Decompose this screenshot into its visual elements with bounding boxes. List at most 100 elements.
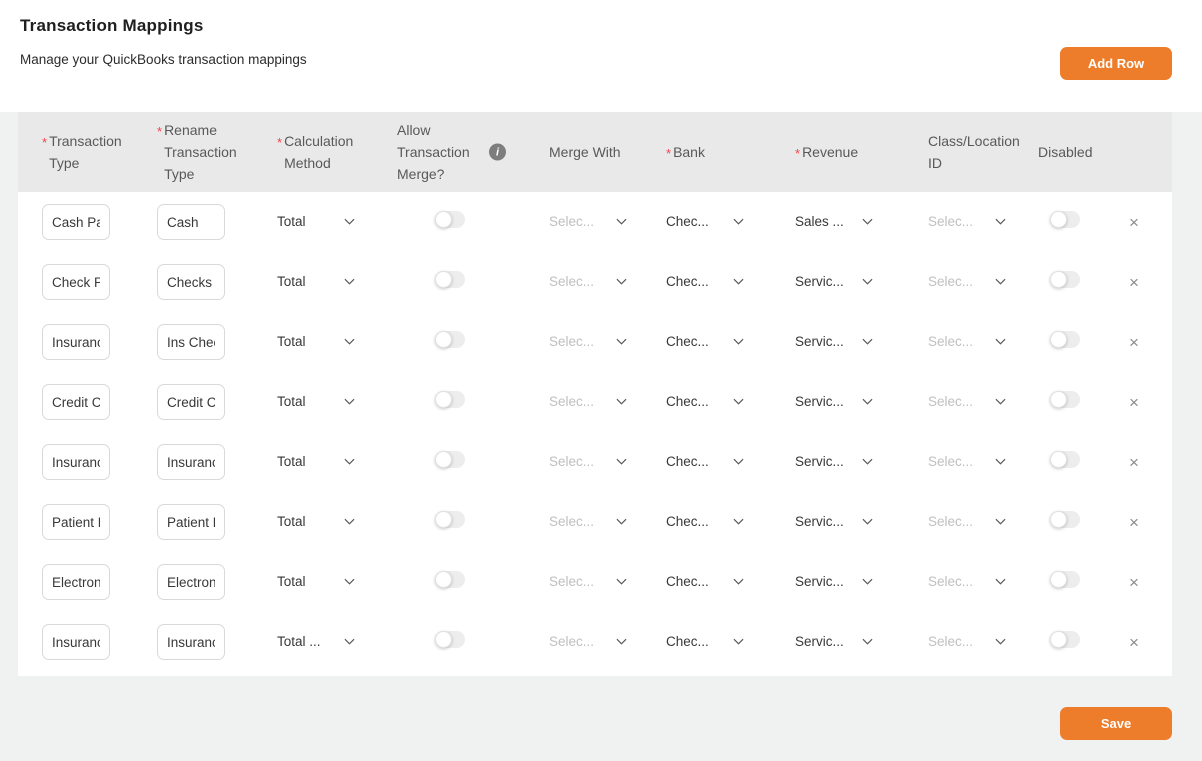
calculation-method-select[interactable]: Total	[277, 274, 355, 289]
merge-with-select[interactable]: Selec...	[549, 394, 627, 409]
disabled-toggle[interactable]	[1050, 631, 1080, 648]
chevron-down-icon	[344, 218, 355, 225]
bank-select[interactable]: Chec...	[666, 634, 744, 649]
save-button[interactable]: Save	[1060, 707, 1172, 740]
rename-transaction-type-input[interactable]	[157, 384, 225, 420]
info-icon[interactable]: i	[489, 144, 506, 161]
transaction-type-cell	[42, 564, 157, 600]
transaction-type-input[interactable]	[42, 444, 110, 480]
allow-merge-toggle[interactable]	[435, 571, 465, 588]
merge-with-select[interactable]: Selec...	[549, 574, 627, 589]
transaction-type-input[interactable]	[42, 624, 110, 660]
transaction-type-input[interactable]	[42, 204, 110, 240]
revenue-cell: Servic...	[795, 633, 928, 651]
allow-merge-toggle[interactable]	[435, 631, 465, 648]
disabled-toggle[interactable]	[1050, 211, 1080, 228]
class-location-select[interactable]: Selec...	[928, 454, 1006, 469]
merge-with-cell: Selec...	[549, 393, 666, 411]
bank-select[interactable]: Chec...	[666, 454, 744, 469]
rename-transaction-type-input[interactable]	[157, 324, 225, 360]
remove-row-icon[interactable]: ×	[1129, 454, 1139, 471]
chevron-down-icon	[995, 578, 1006, 585]
remove-row-icon[interactable]: ×	[1129, 514, 1139, 531]
rename-transaction-type-cell	[157, 264, 277, 300]
remove-row-icon[interactable]: ×	[1129, 394, 1139, 411]
transaction-type-input[interactable]	[42, 384, 110, 420]
calculation-method-select[interactable]: Total	[277, 454, 355, 469]
revenue-cell: Servic...	[795, 513, 928, 531]
allow-merge-toggle[interactable]	[435, 451, 465, 468]
remove-row-icon[interactable]: ×	[1129, 634, 1139, 651]
remove-row-icon[interactable]: ×	[1129, 214, 1139, 231]
class-location-select[interactable]: Selec...	[928, 514, 1006, 529]
merge-with-select[interactable]: Selec...	[549, 214, 627, 229]
toggle-knob	[435, 391, 452, 408]
revenue-select[interactable]: Servic...	[795, 454, 873, 469]
class-location-select[interactable]: Selec...	[928, 394, 1006, 409]
rename-transaction-type-input[interactable]	[157, 204, 225, 240]
rename-transaction-type-input[interactable]	[157, 624, 225, 660]
transaction-type-input[interactable]	[42, 264, 110, 300]
remove-row-icon[interactable]: ×	[1129, 334, 1139, 351]
allow-merge-toggle[interactable]	[435, 331, 465, 348]
calculation-method-select[interactable]: Total	[277, 514, 355, 529]
class-location-select[interactable]: Selec...	[928, 274, 1006, 289]
class-location-select[interactable]: Selec...	[928, 334, 1006, 349]
revenue-select[interactable]: Servic...	[795, 274, 873, 289]
transaction-type-input[interactable]	[42, 324, 110, 360]
revenue-select[interactable]: Servic...	[795, 514, 873, 529]
rename-transaction-type-input[interactable]	[157, 504, 225, 540]
revenue-select[interactable]: Servic...	[795, 634, 873, 649]
disabled-toggle[interactable]	[1050, 451, 1080, 468]
allow-merge-toggle[interactable]	[435, 211, 465, 228]
class-location-select[interactable]: Selec...	[928, 634, 1006, 649]
chevron-down-icon	[862, 638, 873, 645]
disabled-toggle[interactable]	[1050, 271, 1080, 288]
disabled-toggle[interactable]	[1050, 511, 1080, 528]
allow-merge-toggle[interactable]	[435, 271, 465, 288]
merge-with-select[interactable]: Selec...	[549, 634, 627, 649]
calculation-method-select[interactable]: Total	[277, 334, 355, 349]
bank-select[interactable]: Chec...	[666, 334, 744, 349]
class-location-cell: Selec...	[928, 273, 1038, 291]
bank-select[interactable]: Chec...	[666, 274, 744, 289]
allow-merge-toggle[interactable]	[435, 511, 465, 528]
class-location-select[interactable]: Selec...	[928, 214, 1006, 229]
merge-with-select[interactable]: Selec...	[549, 454, 627, 469]
merge-with-cell: Selec...	[549, 633, 666, 651]
rename-transaction-type-input[interactable]	[157, 564, 225, 600]
add-row-button[interactable]: Add Row	[1060, 47, 1172, 80]
disabled-toggle[interactable]	[1050, 571, 1080, 588]
revenue-select[interactable]: Servic...	[795, 394, 873, 409]
transaction-type-input[interactable]	[42, 564, 110, 600]
merge-with-select[interactable]: Selec...	[549, 274, 627, 289]
revenue-select[interactable]: Sales ...	[795, 214, 873, 229]
rename-transaction-type-input[interactable]	[157, 264, 225, 300]
disabled-toggle[interactable]	[1050, 331, 1080, 348]
remove-row-icon[interactable]: ×	[1129, 574, 1139, 591]
remove-row-icon[interactable]: ×	[1129, 274, 1139, 291]
column-header-class_location_id: Class/Location ID	[928, 130, 1038, 174]
merge-with-select[interactable]: Selec...	[549, 334, 627, 349]
calculation-method-select[interactable]: Total	[277, 214, 355, 229]
revenue-select[interactable]: Servic...	[795, 334, 873, 349]
disabled-cell	[1038, 331, 1120, 353]
chevron-down-icon	[862, 218, 873, 225]
page-header: Transaction Mappings Manage your QuickBo…	[0, 0, 1202, 112]
calculation-method-select[interactable]: Total	[277, 394, 355, 409]
bank-select[interactable]: Chec...	[666, 574, 744, 589]
revenue-select[interactable]: Servic...	[795, 574, 873, 589]
rename-transaction-type-input[interactable]	[157, 444, 225, 480]
rename-transaction-type-cell	[157, 564, 277, 600]
bank-select[interactable]: Chec...	[666, 214, 744, 229]
allow-merge-toggle[interactable]	[435, 391, 465, 408]
class-location-select[interactable]: Selec...	[928, 574, 1006, 589]
merge-with-select[interactable]: Selec...	[549, 514, 627, 529]
bank-select[interactable]: Chec...	[666, 514, 744, 529]
disabled-toggle[interactable]	[1050, 391, 1080, 408]
calculation-method-select[interactable]: Total	[277, 574, 355, 589]
chevron-down-icon	[344, 398, 355, 405]
calculation-method-select[interactable]: Total ...	[277, 634, 355, 649]
transaction-type-input[interactable]	[42, 504, 110, 540]
bank-select[interactable]: Chec...	[666, 394, 744, 409]
